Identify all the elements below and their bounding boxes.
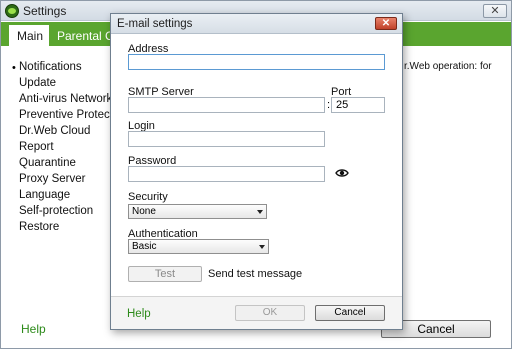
port-separator: :	[327, 99, 331, 111]
security-label: Security	[128, 191, 168, 203]
dialog-help-link[interactable]: Help	[127, 308, 151, 320]
window-close-button[interactable]: ✕	[483, 4, 507, 18]
authentication-select-value: Basic	[132, 241, 157, 252]
sidebar-item-notifications[interactable]: Notifications	[19, 61, 82, 77]
dialog-title: E-mail settings	[117, 18, 193, 30]
address-input[interactable]	[128, 54, 385, 70]
sidebar-item-update[interactable]: Update	[19, 77, 56, 93]
test-button[interactable]: Test	[128, 266, 202, 282]
dialog-close-button[interactable]: ✕	[375, 17, 397, 30]
login-input[interactable]	[128, 131, 325, 147]
sidebar-item-report[interactable]: Report	[19, 141, 54, 157]
sidebar-item-self-protection[interactable]: Self-protection	[19, 205, 93, 221]
sidebar-item-language[interactable]: Language	[19, 189, 70, 205]
send-test-message-caption: Send test message	[208, 268, 303, 280]
sidebar-item-restore[interactable]: Restore	[19, 221, 59, 237]
sidebar-item-drweb-cloud[interactable]: Dr.Web Cloud	[19, 125, 90, 141]
dialog-footer: Help OK Cancel	[111, 296, 402, 329]
sidebar-item-quarantine[interactable]: Quarantine	[19, 157, 76, 173]
sidebar-item-anti-virus-network[interactable]: Anti-virus Network	[19, 93, 112, 109]
tab-main[interactable]: Main	[9, 25, 49, 46]
chevron-down-icon	[257, 210, 263, 214]
smtp-server-input[interactable]	[128, 97, 325, 113]
security-select[interactable]: None	[128, 204, 267, 219]
port-input[interactable]: 25	[331, 97, 385, 113]
security-select-value: None	[132, 206, 156, 217]
sidebar-item-proxy-server[interactable]: Proxy Server	[19, 173, 85, 189]
dialog-cancel-button[interactable]: Cancel	[315, 305, 385, 321]
notification-description-text: r.Web operation: for	[404, 61, 492, 72]
ok-button[interactable]: OK	[235, 305, 305, 321]
email-settings-dialog: E-mail settings ✕ Address SMTP Server : …	[110, 13, 403, 330]
authentication-select[interactable]: Basic	[128, 239, 269, 254]
selected-bullet: •	[12, 62, 16, 74]
chevron-down-icon	[259, 245, 265, 249]
drweb-spider-icon	[5, 4, 19, 18]
password-input[interactable]	[128, 166, 325, 182]
help-link[interactable]: Help	[21, 322, 46, 336]
window-title: Settings	[23, 4, 67, 18]
dialog-title-bar: E-mail settings ✕	[111, 14, 402, 34]
eye-icon[interactable]	[335, 167, 349, 179]
